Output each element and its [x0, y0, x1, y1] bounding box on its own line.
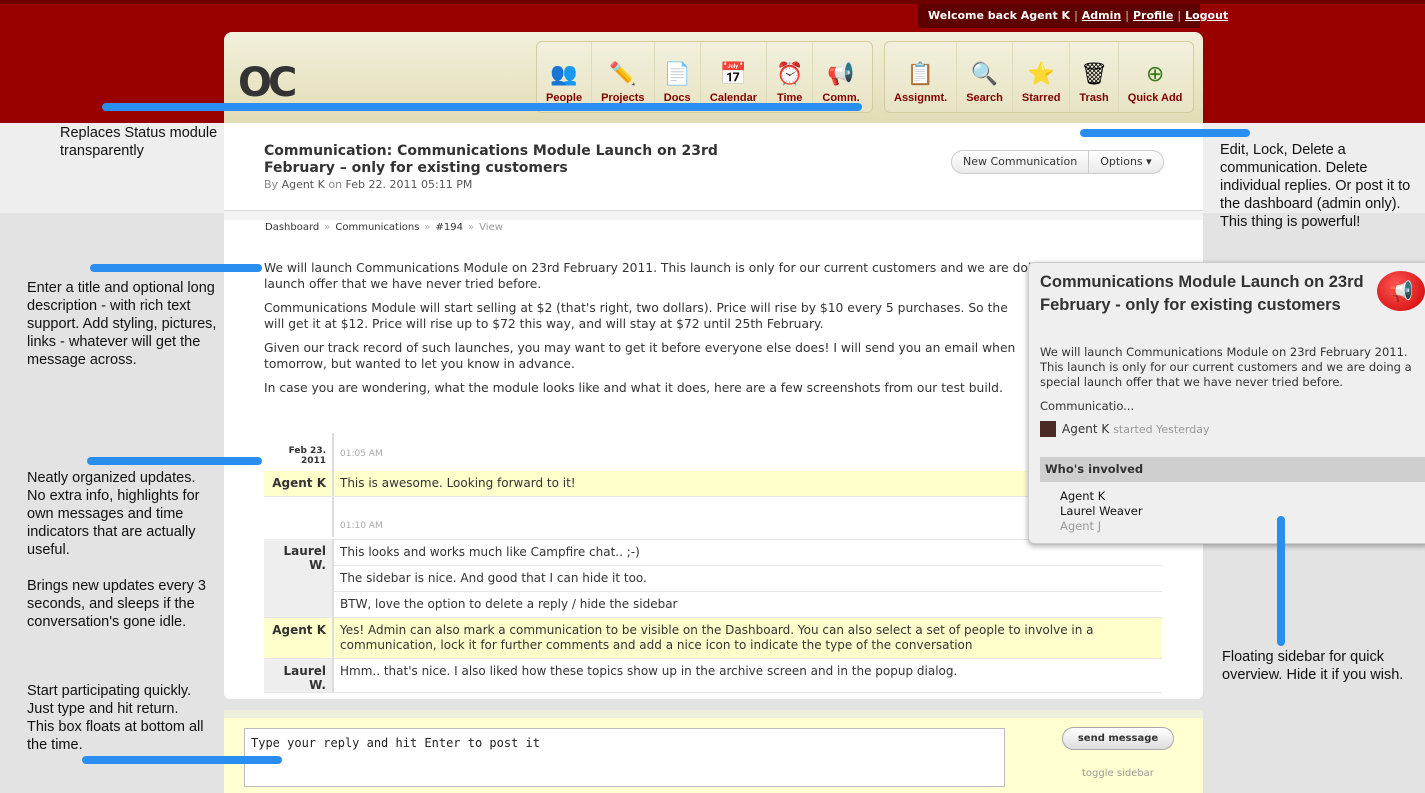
- assignments-button[interactable]: 📋 Assignmt.: [885, 42, 958, 112]
- search-button[interactable]: 🔍 Search: [957, 42, 1013, 112]
- annotation: Enter a title and optional long descript…: [27, 280, 217, 368]
- chat-message-group: Laurel W. This looks and works much like…: [264, 539, 1162, 618]
- annotation-line: [90, 264, 262, 272]
- welcome-text: Welcome back Agent K: [928, 9, 1071, 22]
- sidebar-author: Agent Kstarted Yesterday: [1040, 421, 1209, 437]
- byline: By Agent K on Feb 22. 2011 05:11 PM: [264, 178, 473, 191]
- clipboard-icon: 📋: [906, 62, 935, 87]
- annotation: Start participating quickly. Just type a…: [27, 683, 204, 753]
- projects-button[interactable]: ✏️ Projects: [592, 42, 655, 112]
- options-button[interactable]: Options ▾: [1089, 151, 1162, 173]
- admin-link[interactable]: Admin: [1082, 9, 1121, 22]
- annotation: Edit, Lock, Delete a communication. Dele…: [1220, 142, 1411, 230]
- sidebar-description: We will launch Communications Module on …: [1040, 345, 1412, 389]
- breadcrumb-id[interactable]: #194: [436, 222, 463, 233]
- breadcrumb-view: View: [479, 222, 503, 233]
- toggle-sidebar-link[interactable]: toggle sidebar: [1082, 768, 1154, 779]
- send-message-button[interactable]: send message: [1062, 727, 1174, 750]
- people-icon: 👥: [550, 62, 578, 87]
- quick-add-button[interactable]: ⊕ Quick Add: [1119, 42, 1192, 112]
- annotation-line: [1277, 516, 1285, 646]
- divider: [224, 210, 1203, 220]
- time-button[interactable]: ⏰ Time: [767, 42, 814, 112]
- toolbar-group-tools: 📋 Assignmt. 🔍 Search ⭐ Starred 🗑 Trash ⊕ Quic…: [884, 41, 1194, 113]
- people-button[interactable]: 👥 People: [537, 42, 593, 112]
- docs-button[interactable]: 📄 Docs: [655, 42, 701, 112]
- action-buttons: New Communication Options ▾: [951, 150, 1164, 174]
- megaphone-icon: 📢: [827, 62, 855, 87]
- starred-button[interactable]: ⭐ Starred: [1013, 42, 1071, 112]
- reply-bar: Type your reply and hit Enter to post it…: [224, 710, 1203, 793]
- new-communication-button[interactable]: New Communication: [952, 151, 1090, 173]
- chat-message: The sidebar is nice. And good that I can…: [340, 571, 647, 585]
- whos-involved-heading: Who's involved: [1040, 457, 1425, 482]
- annotation-line: [82, 756, 282, 764]
- trash-icon: 🗑: [1080, 62, 1109, 87]
- calendar-icon: 📅: [719, 62, 748, 87]
- chat-message: Agent K Yes! Admin can also mark a commun…: [264, 618, 1162, 659]
- annotation-line: [102, 103, 862, 111]
- projects-icon: ✏️: [609, 62, 637, 87]
- trash-button[interactable]: 🗑 Trash: [1070, 42, 1119, 112]
- annotation-line: [1080, 129, 1250, 137]
- comm-button[interactable]: 📢 Comm.: [813, 42, 868, 112]
- annotation-line: [87, 457, 262, 465]
- chat-message: BTW, love the option to delete a reply /…: [340, 597, 678, 611]
- breadcrumb: Dashboard» Communications» #194» View: [265, 222, 503, 233]
- person: Agent K: [1060, 489, 1106, 503]
- welcome-bar: Welcome back Agent K | Admin | Profile | Logou…: [918, 4, 1228, 28]
- annotation: Floating sidebar for quick overview. Hid…: [1222, 649, 1404, 683]
- search-icon: 🔍: [970, 62, 999, 87]
- person: Agent J: [1060, 519, 1102, 533]
- reply-input[interactable]: Type your reply and hit Enter to post it: [244, 728, 1005, 787]
- calendar-button[interactable]: 📅 Calendar: [701, 42, 767, 112]
- megaphone-icon: 📢: [1377, 271, 1425, 311]
- sidebar-truncated: Communicatio...: [1040, 399, 1135, 413]
- chat-date: Feb 23. 2011: [264, 433, 334, 471]
- annotation: Replaces Status module transparently: [60, 125, 218, 159]
- person: Laurel Weaver: [1060, 504, 1143, 518]
- logo[interactable]: OC: [238, 60, 297, 106]
- clock-icon: ⏰: [775, 62, 804, 87]
- chat-message: Laurel W. Hmm.. that's nice. I also liked…: [264, 659, 1162, 693]
- avatar: [1040, 421, 1056, 437]
- annotation: Neatly organized updates. No extra info,…: [27, 470, 200, 558]
- docs-icon: 📄: [663, 62, 691, 87]
- involved-people: Agent K Laurel Weaver Agent J: [1060, 489, 1143, 534]
- star-icon: ⭐: [1027, 62, 1055, 87]
- page-title: Communication: Communications Module Lau…: [264, 143, 718, 176]
- annotation: Brings new updates every 3 seconds, and …: [27, 578, 206, 630]
- breadcrumb-communications[interactable]: Communications: [335, 222, 419, 233]
- floating-sidebar: Communications Module Launch on 23rd Feb…: [1028, 262, 1425, 544]
- sidebar-title: Communications Module Launch on 23rd Feb…: [1040, 273, 1364, 314]
- plus-icon: ⊕: [1145, 62, 1165, 87]
- communication-body: We will launch Communications Module on …: [264, 261, 1064, 395]
- profile-link[interactable]: Profile: [1133, 9, 1173, 22]
- breadcrumb-dashboard[interactable]: Dashboard: [265, 222, 319, 233]
- logout-link[interactable]: Logout: [1185, 9, 1228, 22]
